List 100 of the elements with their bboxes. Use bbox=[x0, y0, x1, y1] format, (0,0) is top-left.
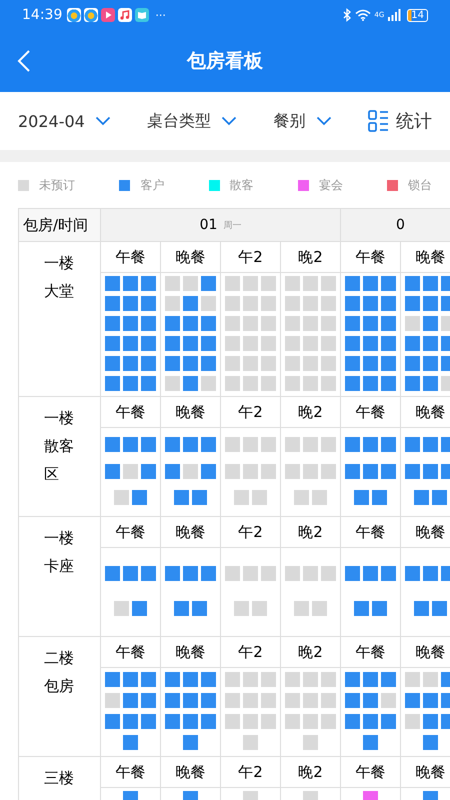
table-slot[interactable] bbox=[183, 437, 198, 452]
table-slot[interactable] bbox=[123, 437, 138, 452]
table-slot[interactable] bbox=[123, 464, 138, 478]
meal-header: 午2 bbox=[221, 397, 281, 428]
chevron-down-icon bbox=[316, 116, 332, 126]
legend-label: 客户 bbox=[140, 176, 164, 194]
filter-dropdown[interactable]: 餐别 bbox=[274, 110, 332, 132]
table-slot[interactable] bbox=[345, 464, 360, 478]
table-slot[interactable] bbox=[294, 490, 309, 505]
table-slot[interactable] bbox=[381, 464, 396, 478]
room-name: 三楼 bbox=[44, 768, 75, 789]
table-slot[interactable] bbox=[354, 490, 369, 505]
table-slot[interactable] bbox=[321, 437, 336, 452]
table-slot[interactable] bbox=[201, 464, 216, 478]
legend-label: 锁台 bbox=[408, 176, 432, 194]
chevron-down-icon bbox=[94, 116, 111, 126]
table-slot[interactable] bbox=[372, 490, 387, 505]
meal-header: 午餐 bbox=[341, 517, 401, 548]
table-slot[interactable] bbox=[381, 437, 396, 452]
table-slot[interactable] bbox=[141, 437, 156, 452]
table-slot[interactable] bbox=[243, 437, 258, 452]
app-icon bbox=[84, 8, 98, 22]
meal-header: 午2 bbox=[221, 757, 281, 788]
meal-header: 午餐 bbox=[341, 242, 401, 273]
table-slot[interactable] bbox=[252, 490, 267, 505]
meal-header: 午餐 bbox=[101, 757, 161, 788]
table-slot[interactable] bbox=[141, 464, 156, 478]
table-slot[interactable] bbox=[261, 464, 276, 478]
meal-header: 晚餐 bbox=[161, 637, 221, 668]
table-slot[interactable] bbox=[345, 437, 360, 452]
meal-header: 晚餐 bbox=[161, 517, 221, 548]
stats-button[interactable]: 统计 bbox=[368, 109, 432, 133]
meal-header: 午餐 bbox=[341, 397, 401, 428]
table-slot[interactable] bbox=[183, 464, 198, 478]
chevron-down-icon bbox=[221, 116, 238, 126]
filter-dropdown[interactable]: 2024-04 bbox=[18, 112, 111, 130]
list-icon bbox=[368, 110, 390, 132]
table-slot[interactable] bbox=[174, 490, 189, 505]
status-time: 14:39 bbox=[22, 7, 62, 23]
meal-header: 午餐 bbox=[101, 242, 161, 273]
more-notifications: ··· bbox=[155, 8, 166, 22]
room-name: 一楼大堂 bbox=[44, 253, 75, 302]
table-slot[interactable] bbox=[114, 490, 129, 505]
meal-header: 午餐 bbox=[101, 397, 161, 428]
table-slot[interactable] bbox=[165, 464, 180, 478]
table-slot[interactable] bbox=[303, 464, 318, 478]
table-slot[interactable] bbox=[105, 464, 120, 478]
back-icon[interactable] bbox=[17, 49, 31, 73]
bluetooth-icon bbox=[342, 8, 352, 22]
room-name: 一楼卡座 bbox=[44, 528, 75, 577]
meal-header: 午餐 bbox=[341, 757, 401, 788]
play-icon bbox=[101, 8, 116, 22]
table-slot[interactable] bbox=[423, 437, 438, 452]
table-slot[interactable] bbox=[225, 437, 240, 452]
table-slot[interactable] bbox=[105, 437, 120, 452]
room-name: 一楼散客区 bbox=[44, 408, 75, 484]
table-slot[interactable] bbox=[165, 437, 180, 452]
meal-header: 晚餐 bbox=[401, 757, 450, 788]
table-slot[interactable] bbox=[192, 490, 207, 505]
table-slot[interactable] bbox=[285, 437, 300, 452]
table-slot[interactable] bbox=[132, 490, 147, 505]
table-slot[interactable] bbox=[285, 464, 300, 478]
table-slot[interactable] bbox=[243, 464, 258, 478]
table-slot[interactable] bbox=[405, 464, 420, 478]
meal-header: 午2 bbox=[221, 242, 281, 273]
meal-header: 晚餐 bbox=[401, 637, 450, 668]
meal-header: 晚餐 bbox=[401, 242, 450, 273]
battery-indicator: 14 bbox=[407, 8, 428, 22]
table-slot[interactable] bbox=[423, 464, 438, 478]
meal-header: 午餐 bbox=[101, 637, 161, 668]
filter-dropdown[interactable]: 桌台类型 bbox=[147, 110, 238, 132]
meal-header: 晚餐 bbox=[161, 242, 221, 273]
table-slot[interactable] bbox=[432, 490, 447, 505]
day-header: 0 bbox=[341, 209, 450, 242]
table-slot[interactable] bbox=[225, 464, 240, 478]
table-slot[interactable] bbox=[363, 437, 378, 452]
table-slot[interactable] bbox=[414, 490, 429, 505]
signal-icon bbox=[387, 9, 402, 21]
table-slot[interactable] bbox=[321, 464, 336, 478]
header-cell: 包房/时间 bbox=[19, 209, 101, 242]
page-title: 包房看板 bbox=[187, 49, 263, 74]
table-slot[interactable] bbox=[303, 437, 318, 452]
meal-header: 晚餐 bbox=[401, 517, 450, 548]
legend-label: 宴会 bbox=[318, 176, 343, 194]
table-slot[interactable] bbox=[363, 464, 378, 478]
meal-header: 晚2 bbox=[281, 757, 341, 788]
meal-header: 午餐 bbox=[341, 637, 401, 668]
music-note-icon bbox=[118, 8, 132, 22]
table-slot[interactable] bbox=[201, 437, 216, 452]
table-slot[interactable] bbox=[405, 437, 420, 452]
meal-header: 晚餐 bbox=[161, 397, 221, 428]
meal-header: 晚2 bbox=[281, 242, 341, 273]
meal-header: 晚2 bbox=[281, 637, 341, 668]
meal-header: 晚2 bbox=[281, 517, 341, 548]
table-slot[interactable] bbox=[312, 490, 327, 505]
table-slot[interactable] bbox=[234, 490, 249, 505]
table-slot[interactable] bbox=[261, 437, 276, 452]
meal-header: 午2 bbox=[221, 637, 281, 668]
book-icon bbox=[135, 8, 150, 22]
day-header: 01 周一 bbox=[101, 209, 341, 242]
